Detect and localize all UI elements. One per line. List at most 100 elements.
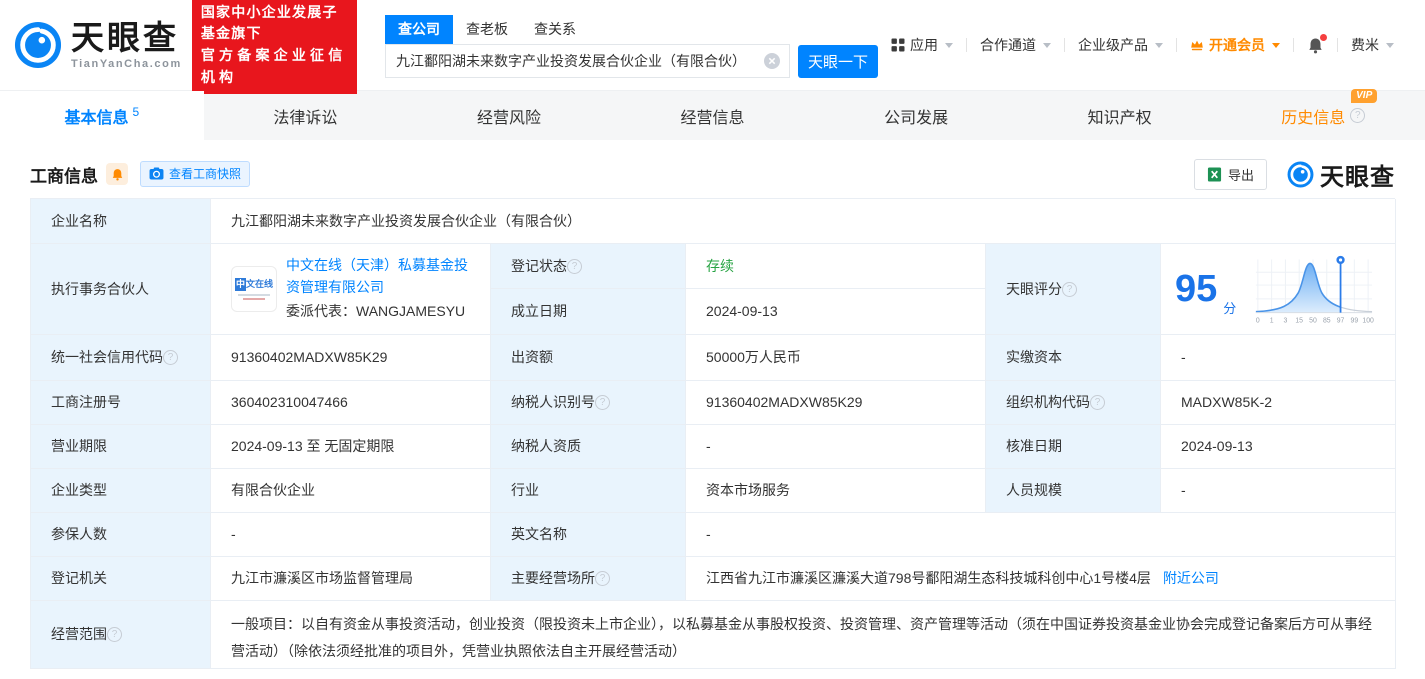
help-icon[interactable] [567, 259, 582, 274]
tab-basic-label: 基本信息 [64, 104, 128, 128]
snapshot-button[interactable]: 查看工商快照 [140, 161, 250, 187]
chevron-down-icon [945, 43, 953, 48]
chevron-down-icon [1155, 43, 1163, 48]
label-industry: 行业 [491, 469, 686, 513]
label-capital: 出资额 [491, 335, 686, 381]
svg-text:99: 99 [1351, 317, 1359, 324]
label-business-scope: 经营范围 [31, 601, 211, 669]
search-button[interactable]: 天眼一下 [798, 45, 878, 78]
help-icon[interactable] [107, 627, 122, 642]
label-credit-code: 统一社会信用代码 [31, 335, 211, 381]
value-company-type: 有限合伙企业 [211, 469, 491, 513]
value-staff-size: - [1161, 469, 1396, 513]
search-input[interactable] [386, 53, 789, 69]
snapshot-button-label: 查看工商快照 [169, 165, 241, 182]
certification-badge: 国家中小企业发展子基金旗下 官方备案企业征信机构 [192, 0, 357, 94]
main-content: 工商信息 查看工商快照 [0, 152, 1425, 669]
nav-open-vip[interactable]: 开通会员 [1177, 35, 1293, 55]
tab-legal[interactable]: 法律诉讼 [204, 91, 408, 140]
chevron-down-icon [1386, 43, 1394, 48]
label-registration-number: 工商注册号 [31, 381, 211, 425]
value-credit-code: 91360402MADXW85K29 [211, 335, 491, 381]
search-tabs: 查公司 查老板 查关系 [385, 15, 790, 45]
value-approval-date: 2024-09-13 [1161, 425, 1396, 469]
nav-vip-label: 开通会员 [1209, 35, 1265, 55]
label-tianyan-score: 天眼评分 [986, 244, 1161, 335]
business-place-address: 江西省九江市濂溪区濂溪大道798号鄱阳湖生态科技城科创中心1号楼4层 [706, 568, 1151, 589]
chevron-down-icon [1043, 43, 1051, 48]
tab-intellectual-property[interactable]: 知识产权 [1018, 91, 1222, 140]
search-area: 查公司 查老板 查关系 天眼一下 [385, 15, 878, 78]
help-icon[interactable] [1062, 282, 1077, 297]
partner-logo-decor [238, 294, 270, 296]
help-icon[interactable] [595, 571, 610, 586]
score-distribution-chart: 0 1 3 15 50 85 97 99 100 [1248, 251, 1376, 327]
brand-name: 天眼查 [71, 21, 182, 54]
nav-enterprise-products[interactable]: 企业级产品 [1065, 35, 1176, 55]
nav-user-menu[interactable]: 费米 [1338, 35, 1407, 55]
search-tab-boss[interactable]: 查老板 [453, 15, 521, 44]
tianyancha-page: 天眼查 TianYanCha.com 国家中小企业发展子基金旗下 官方备案企业征… [0, 0, 1425, 679]
label-approval-date: 核准日期 [986, 425, 1161, 469]
search-tab-company[interactable]: 查公司 [385, 15, 453, 44]
tab-history-info[interactable]: 历史信息 VIP [1221, 91, 1425, 140]
tianyancha-swirl-icon [1287, 161, 1314, 188]
score-number: 95 [1175, 270, 1217, 308]
value-insured-count: - [211, 513, 491, 557]
tab-operating-risk[interactable]: 经营风险 [407, 91, 611, 140]
label-business-place: 主要经营场所 [491, 557, 686, 601]
value-business-term: 2024-09-13 至 无固定期限 [211, 425, 491, 469]
value-capital: 50000万人民币 [686, 335, 986, 381]
partner-company-link[interactable]: 中文在线（天津）私募基金投资管理有限公司 [286, 257, 468, 295]
nav-notifications[interactable] [1294, 37, 1337, 54]
value-registration-authority: 九江市濂溪区市场监督管理局 [211, 557, 491, 601]
partner-logo-text: 文在线 [246, 278, 273, 292]
tab-basic-count: 5 [132, 105, 139, 119]
excel-icon [1207, 167, 1222, 182]
partner-logo-char: 中 [235, 278, 246, 292]
svg-text:97: 97 [1337, 317, 1345, 324]
label-company-name: 企业名称 [31, 199, 211, 244]
brand-text: 天眼查 TianYanCha.com [71, 21, 182, 70]
export-button[interactable]: 导出 [1194, 159, 1267, 190]
label-org-code: 组织机构代码 [986, 381, 1161, 425]
badge-line1: 国家中小企业发展子基金旗下 [201, 2, 348, 45]
svg-text:15: 15 [1296, 317, 1304, 324]
value-business-scope: 一般项目：以自有资金从事投资活动，创业投资（限投资未上市企业），以私募基金从事股… [211, 601, 1396, 669]
value-establish-date: 2024-09-13 [686, 289, 986, 335]
clear-search-icon[interactable] [764, 53, 780, 69]
score-unit: 分 [1223, 299, 1236, 319]
help-icon[interactable] [1350, 108, 1365, 123]
nav-apps[interactable]: 应用 [878, 35, 966, 55]
nav-cooperation[interactable]: 合作通道 [967, 35, 1064, 55]
notification-dot [1320, 34, 1327, 41]
partner-company-logo: 中 文在线 [231, 266, 277, 312]
monitor-bell-button[interactable] [106, 163, 128, 185]
nearby-companies-link[interactable]: 附近公司 [1163, 568, 1219, 589]
camera-icon [149, 167, 164, 180]
tab-risk-label: 经营风险 [477, 104, 541, 128]
value-english-name: - [686, 513, 1396, 557]
vip-badge: VIP [1351, 89, 1377, 103]
help-icon[interactable] [595, 395, 610, 410]
watermark-text: 天眼查 [1320, 157, 1395, 192]
badge-line2: 官方备案企业征信机构 [201, 45, 348, 88]
chevron-down-icon [1272, 43, 1280, 48]
svg-text:1: 1 [1270, 317, 1274, 324]
help-icon[interactable] [1090, 395, 1105, 410]
tab-basic-info[interactable]: 基本信息 5 [0, 91, 204, 140]
label-staff-size: 人员规模 [986, 469, 1161, 513]
tab-company-development[interactable]: 公司发展 [814, 91, 1018, 140]
help-icon[interactable] [163, 350, 178, 365]
business-info-table: 企业名称 九江鄱阳湖未来数字产业投资发展合伙企业（有限合伙） 执行事务合伙人 中… [30, 198, 1395, 669]
search-tab-relation[interactable]: 查关系 [521, 15, 589, 44]
tianyancha-logo[interactable]: 天眼查 TianYanCha.com [14, 21, 182, 70]
tab-operating-info[interactable]: 经营信息 [611, 91, 815, 140]
svg-text:100: 100 [1363, 317, 1375, 324]
partner-logo-decor [243, 298, 265, 300]
label-executive-partner: 执行事务合伙人 [31, 244, 211, 335]
value-business-place: 江西省九江市濂溪区濂溪大道798号鄱阳湖生态科技城科创中心1号楼4层 附近公司 [686, 557, 1396, 601]
section-title: 工商信息 [30, 162, 98, 187]
crown-icon [1190, 39, 1204, 51]
bell-icon [111, 168, 124, 181]
